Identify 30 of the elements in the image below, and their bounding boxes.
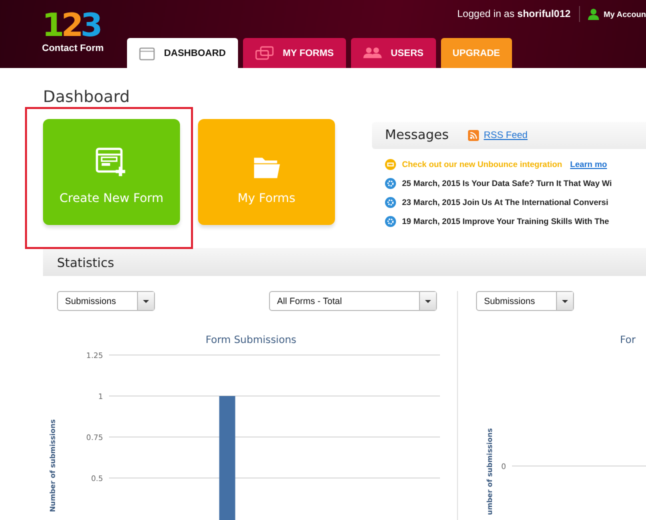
rss-feed-link[interactable]: RSS Feed: [484, 130, 528, 141]
learn-more-link[interactable]: Learn mo: [570, 160, 607, 169]
message-text: 25 March, 2015 Is Your Data Safe? Turn It That Way Wi: [402, 179, 612, 188]
windows-icon: [254, 46, 274, 60]
message-text: 23 March, 2015 Join Us At The International Conversi: [402, 198, 608, 207]
news-icon: [385, 197, 396, 208]
statistics-title: Statistics: [57, 254, 114, 270]
notice-icon: [385, 159, 396, 170]
news-icon: [385, 216, 396, 227]
nav-tab[interactable]: MY FORMS: [242, 38, 346, 68]
user-icon: [588, 8, 599, 20]
chart-title: For: [620, 335, 636, 346]
logo[interactable]: 123 Contact Form: [42, 9, 127, 68]
logged-in-text: Logged in as shoriful012: [457, 8, 571, 20]
folder-icon: [252, 155, 280, 179]
metric-dropdown[interactable]: Submissions: [476, 291, 574, 311]
users-icon: [362, 47, 382, 59]
message-text: 19 March, 2015 Improve Your Training Skills With The: [402, 217, 610, 226]
chart-title: Form Submissions: [206, 335, 296, 346]
news-icon: [385, 178, 396, 189]
page-title: Dashboard: [43, 89, 131, 105]
nav-tab[interactable]: DASHBOARD: [127, 38, 238, 68]
nav-tab[interactable]: USERS: [350, 38, 436, 68]
calendar-icon: [139, 46, 155, 60]
messages-title: Messages: [385, 128, 449, 143]
my-account-link[interactable]: My Accoun: [604, 10, 646, 18]
rss-icon: [468, 130, 479, 141]
form-dropdown[interactable]: All Forms - Total: [269, 291, 437, 311]
message-text: Check out our new Unbounce integration: [402, 160, 562, 169]
metric-dropdown[interactable]: Submissions: [57, 291, 155, 311]
